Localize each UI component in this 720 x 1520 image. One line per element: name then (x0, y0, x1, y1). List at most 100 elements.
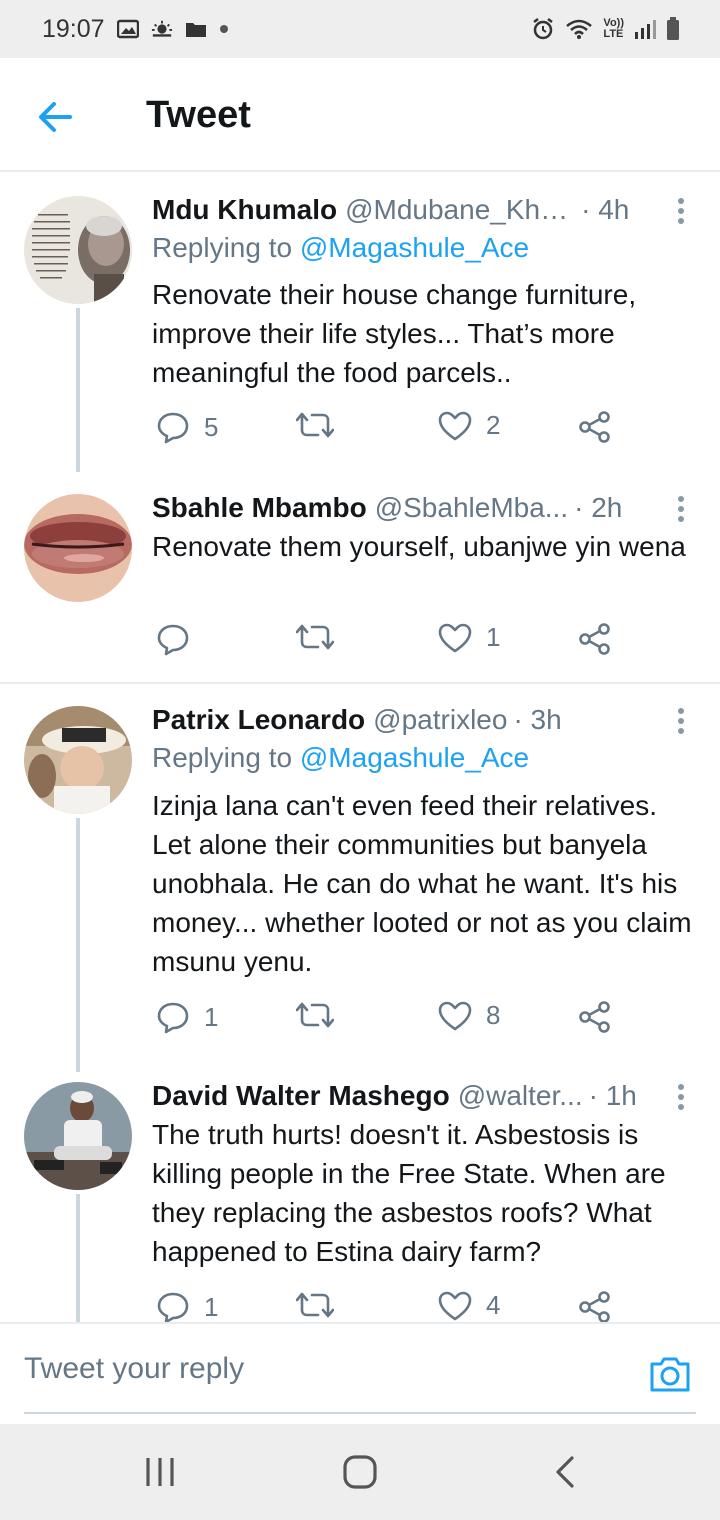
tweet-actions: 1 (152, 622, 632, 662)
more-options-icon[interactable] (674, 704, 688, 738)
heart-icon (438, 1001, 472, 1030)
retweet-icon (296, 412, 334, 438)
nav-back-button[interactable] (548, 1454, 584, 1495)
like-button[interactable]: 4 (438, 1290, 500, 1321)
like-count: 4 (486, 1290, 501, 1320)
wifi-icon (566, 19, 593, 39)
share-icon (579, 1001, 610, 1033)
share-button[interactable] (578, 1000, 612, 1034)
back-button[interactable] (34, 95, 78, 139)
back-icon (556, 1456, 574, 1488)
tweet-time: · 3h (513, 704, 562, 735)
more-options-icon[interactable] (674, 492, 688, 526)
reply-input[interactable]: Tweet your reply (24, 1352, 244, 1386)
reply-button[interactable]: 5 (156, 410, 218, 444)
user-name[interactable]: Sbahle Mbambo (152, 492, 367, 524)
gallery-icon (116, 19, 139, 39)
like-button[interactable]: 1 (438, 622, 500, 653)
reply-count: 5 (204, 411, 219, 442)
share-button[interactable] (578, 1290, 612, 1322)
share-button[interactable] (578, 410, 612, 444)
tweet-actions: 1 4 (152, 1290, 632, 1322)
retweet-icon (296, 1292, 334, 1318)
avatar-image (24, 706, 132, 814)
weather-icon (151, 20, 172, 37)
reply-count: 1 (204, 1001, 219, 1032)
tweet-header: Mdu Khumalo @Mdubane_Khu... · 4h (152, 190, 690, 230)
mention-link[interactable]: @Magashule_Ace (300, 742, 529, 773)
app-header: Tweet (0, 58, 720, 172)
avatar-image (24, 1082, 132, 1190)
reply-button[interactable] (156, 622, 204, 656)
system-nav-bar (0, 1424, 720, 1520)
share-icon (579, 623, 610, 655)
thread-line (76, 1194, 80, 1322)
reply-input-underline (24, 1412, 696, 1414)
replying-to: Replying to @Magashule_Ace (152, 232, 529, 264)
battery-icon (667, 17, 679, 40)
reply-icon (157, 412, 189, 444)
user-handle[interactable]: @SbahleMba... (375, 492, 568, 524)
home-button[interactable] (342, 1454, 378, 1495)
tweet-header: Sbahle Mbambo @SbahleMba... · 2h (152, 488, 690, 528)
dot-icon (219, 25, 228, 33)
tweet-card[interactable]: Mdu Khumalo @Mdubane_Khu... · 4h Replyin… (0, 172, 720, 472)
recent-apps-button[interactable] (142, 1454, 178, 1495)
home-icon (343, 1455, 377, 1489)
user-handle[interactable]: @Mdubane_Khu... (345, 194, 575, 226)
camera-button[interactable] (648, 1354, 692, 1399)
avatar[interactable] (24, 196, 132, 304)
status-time: 19:07 (42, 14, 105, 43)
retweet-button[interactable] (296, 410, 348, 440)
like-count: 1 (486, 622, 501, 652)
heart-icon (438, 623, 472, 652)
thread-line (76, 308, 80, 472)
tweet-text: The truth hurts! doesn't it. Asbestosis … (152, 1119, 666, 1267)
like-button[interactable]: 2 (438, 410, 500, 441)
avatar-image (24, 494, 132, 602)
tweet-time: · 1h (588, 1080, 637, 1111)
signal-icon (635, 20, 656, 39)
avatar[interactable] (24, 706, 132, 814)
tweet-card[interactable]: Sbahle Mbambo @SbahleMba... · 2h Renovat… (0, 472, 720, 682)
retweet-button[interactable] (296, 1290, 348, 1320)
reply-button[interactable]: 1 (156, 1290, 218, 1322)
retweet-button[interactable] (296, 622, 348, 652)
user-handle[interactable]: @walter... (458, 1080, 583, 1112)
tweet-time: · 4h (581, 194, 630, 225)
more-options-icon[interactable] (674, 1080, 688, 1114)
user-name[interactable]: Patrix Leonardo (152, 704, 365, 736)
user-handle[interactable]: @patrixleo (373, 704, 507, 736)
avatar[interactable] (24, 1082, 132, 1190)
retweet-button[interactable] (296, 1000, 348, 1030)
recent-apps-icon (146, 1458, 174, 1486)
tweet-text: Izinja lana can't even feed their relati… (152, 790, 692, 977)
share-icon (579, 411, 610, 443)
reply-icon (157, 1292, 189, 1322)
replying-to-prefix: Replying to (152, 232, 293, 263)
like-count: 8 (486, 1000, 501, 1030)
share-button[interactable] (578, 622, 612, 656)
thread-line (76, 818, 80, 1072)
user-name[interactable]: Mdu Khumalo (152, 194, 337, 226)
avatar[interactable] (24, 494, 132, 602)
reply-composer: Tweet your reply (0, 1322, 720, 1424)
like-count: 2 (486, 410, 501, 440)
retweet-icon (296, 1002, 334, 1028)
tweet-time: · 2h (574, 492, 623, 523)
volte-icon: Vo)) LTE (603, 18, 624, 40)
mention-link[interactable]: @Magashule_Ace (300, 232, 529, 263)
heart-icon (438, 411, 472, 440)
user-name[interactable]: David Walter Mashego (152, 1080, 450, 1112)
more-options-icon[interactable] (674, 194, 688, 228)
reply-icon (157, 624, 189, 656)
tweet-actions: 1 8 (152, 1000, 632, 1040)
share-icon (579, 1291, 610, 1322)
tweet-text: Renovate their house change furniture, i… (152, 279, 637, 388)
tweet-card[interactable]: Patrix Leonardo @patrixleo · 3h Replying… (0, 684, 720, 1072)
reply-button[interactable]: 1 (156, 1000, 218, 1034)
retweet-icon (296, 624, 334, 650)
like-button[interactable]: 8 (438, 1000, 500, 1031)
folder-icon (185, 23, 206, 37)
tweet-card[interactable]: David Walter Mashego @walter... · 1h The… (0, 1072, 720, 1322)
